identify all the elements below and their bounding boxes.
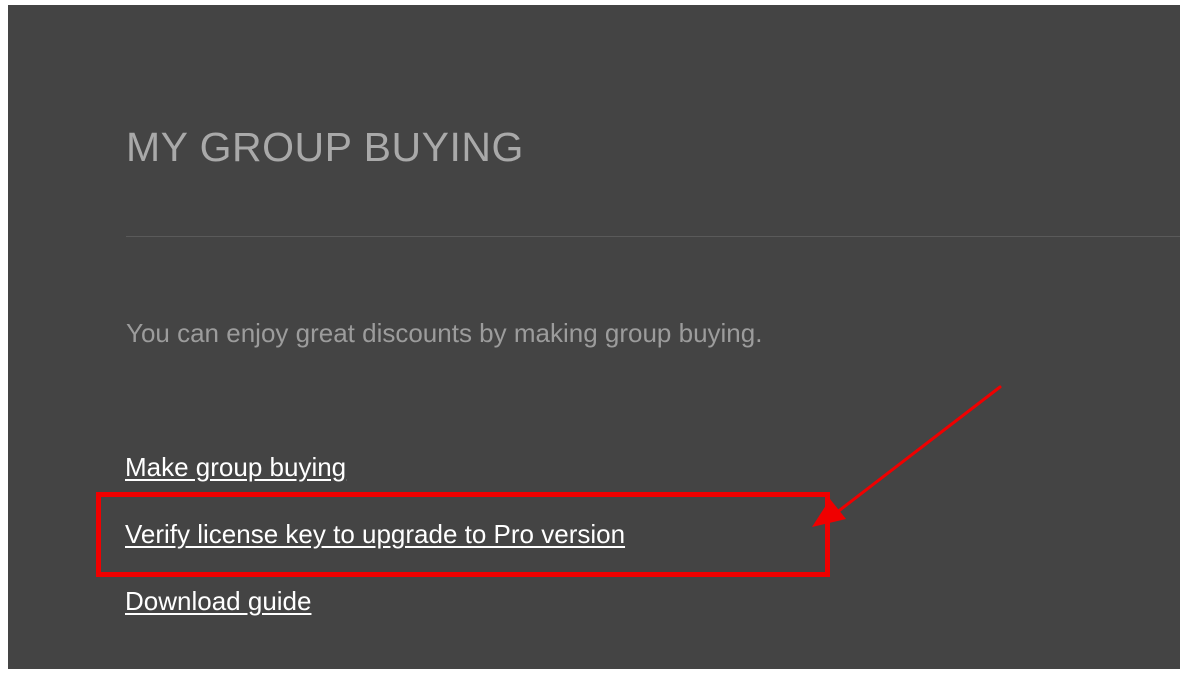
group-buying-panel: MY GROUP BUYING You can enjoy great disc… <box>8 5 1180 669</box>
annotation-arrow-icon <box>812 385 1002 527</box>
